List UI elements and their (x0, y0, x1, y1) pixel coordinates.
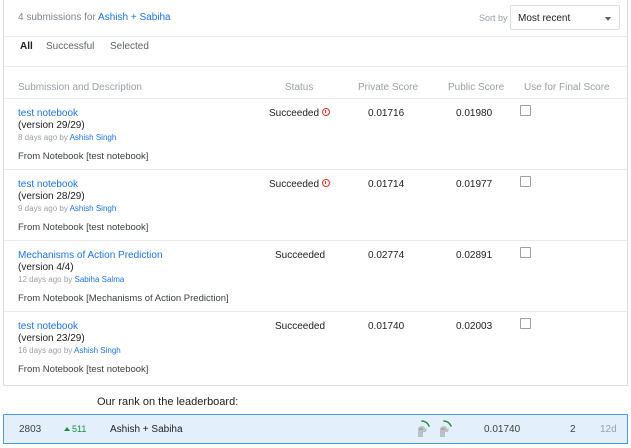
tab-selected[interactable]: Selected (110, 41, 149, 52)
private-score: 0.01740 (368, 321, 405, 332)
leaderboard-last-submission: 12d (600, 424, 617, 435)
sort-select[interactable]: Most recent (510, 5, 620, 30)
private-score: 0.01714 (368, 179, 405, 190)
submission-title-link[interactable]: test notebook (18, 179, 78, 190)
use-for-final-checkbox[interactable] (520, 318, 531, 329)
author-link[interactable]: Ashish Singh (70, 204, 117, 213)
user-avatar-icon[interactable] (434, 419, 454, 439)
public-score: 0.01980 (456, 108, 493, 119)
private-score: 0.01716 (368, 108, 405, 119)
private-score: 0.02774 (368, 250, 405, 261)
submission-meta: 8 days ago by Ashish Singh (18, 133, 116, 142)
submission-count: 4 submissions for Ashish + Sabiha (18, 12, 171, 23)
column-header-submission: Submission and Description (18, 82, 142, 93)
use-for-final-checkbox[interactable] (520, 247, 531, 258)
divider (4, 66, 627, 67)
submission-row: test notebook (version 29/29) 8 days ago… (4, 98, 627, 169)
tab-all[interactable]: All (20, 41, 33, 52)
sort-label: Sort by (479, 13, 508, 23)
submission-title-link[interactable]: Mechanisms of Action Prediction (18, 250, 163, 261)
rank-change-value: 511 (72, 424, 87, 434)
submission-title-link[interactable]: test notebook (18, 108, 78, 119)
team-link[interactable]: Ashish + Sabiha (98, 12, 171, 23)
submission-version: (version 29/29) (18, 120, 85, 131)
submission-status: Succeeded (269, 179, 331, 190)
public-score: 0.01977 (456, 179, 493, 190)
submission-age: 8 days ago by (18, 133, 68, 142)
submission-source: From Notebook [Mechanisms of Action Pred… (18, 293, 229, 304)
submission-count-text: 4 submissions for (18, 12, 96, 23)
leaderboard-entries: 2 (570, 424, 576, 435)
submissions-header: 4 submissions for Ashish + Sabiha Sort b… (4, 0, 627, 37)
leaderboard-row[interactable]: 2803 511 Ashish + Sabiha 0.01740 2 12d (3, 414, 628, 444)
warning-icon[interactable] (322, 179, 331, 187)
submission-meta: 16 days ago by Ashish Singh (18, 346, 121, 355)
submission-age: 9 days ago by (18, 204, 68, 213)
submission-row: test notebook (version 23/29) 16 days ag… (4, 311, 627, 382)
submission-title-link[interactable]: test notebook (18, 321, 78, 332)
submission-source: From Notebook [test notebook] (18, 222, 149, 233)
submission-status: Succeeded (269, 108, 331, 119)
status-text: Succeeded (275, 250, 326, 261)
submission-row: Mechanisms of Action Prediction (version… (4, 240, 627, 311)
submission-version: (version 4/4) (18, 262, 74, 273)
submissions-panel: 4 submissions for Ashish + Sabiha Sort b… (3, 0, 628, 386)
submission-source: From Notebook [test notebook] (18, 364, 149, 375)
arrow-up-icon (64, 427, 70, 431)
leaderboard-team-name[interactable]: Ashish + Sabiha (110, 424, 183, 435)
submission-version: (version 28/29) (18, 191, 85, 202)
leaderboard-score: 0.01740 (484, 424, 521, 435)
leaderboard-rank: 2803 (19, 424, 42, 435)
user-avatar-icon[interactable] (412, 419, 432, 439)
author-link[interactable]: Sabiha Salma (75, 275, 125, 284)
author-link[interactable]: Ashish Singh (70, 133, 117, 142)
status-text: Succeeded (275, 321, 326, 332)
status-text: Succeeded (269, 108, 320, 119)
submission-age: 16 days ago by (18, 346, 73, 355)
submission-age: 12 days ago by (18, 275, 73, 284)
submission-version: (version 23/29) (18, 333, 85, 344)
submission-meta: 9 days ago by Ashish Singh (18, 204, 116, 213)
status-text: Succeeded (269, 179, 320, 190)
public-score: 0.02003 (456, 321, 493, 332)
submission-status: Succeeded (275, 250, 325, 261)
column-header-status: Status (285, 82, 314, 93)
column-header-public-score: Public Score (448, 82, 505, 93)
submission-meta: 12 days ago by Sabiha Salma (18, 275, 124, 284)
column-header-final-score: Use for Final Score (524, 82, 610, 93)
author-link[interactable]: Ashish Singh (74, 346, 121, 355)
submission-status: Succeeded (275, 321, 325, 332)
rank-change: 511 (64, 424, 86, 434)
submission-row: test notebook (version 28/29) 9 days ago… (4, 169, 627, 240)
public-score: 0.02891 (456, 250, 493, 261)
chevron-down-icon (605, 17, 611, 21)
column-header-private-score: Private Score (358, 82, 419, 93)
tab-successful[interactable]: Successful (46, 41, 94, 52)
use-for-final-checkbox[interactable] (520, 176, 531, 187)
leaderboard-caption: Our rank on the leaderboard: (97, 396, 239, 408)
warning-icon[interactable] (322, 108, 331, 116)
use-for-final-checkbox[interactable] (520, 105, 531, 116)
sort-value: Most recent (518, 13, 571, 24)
submission-source: From Notebook [test notebook] (18, 151, 149, 162)
